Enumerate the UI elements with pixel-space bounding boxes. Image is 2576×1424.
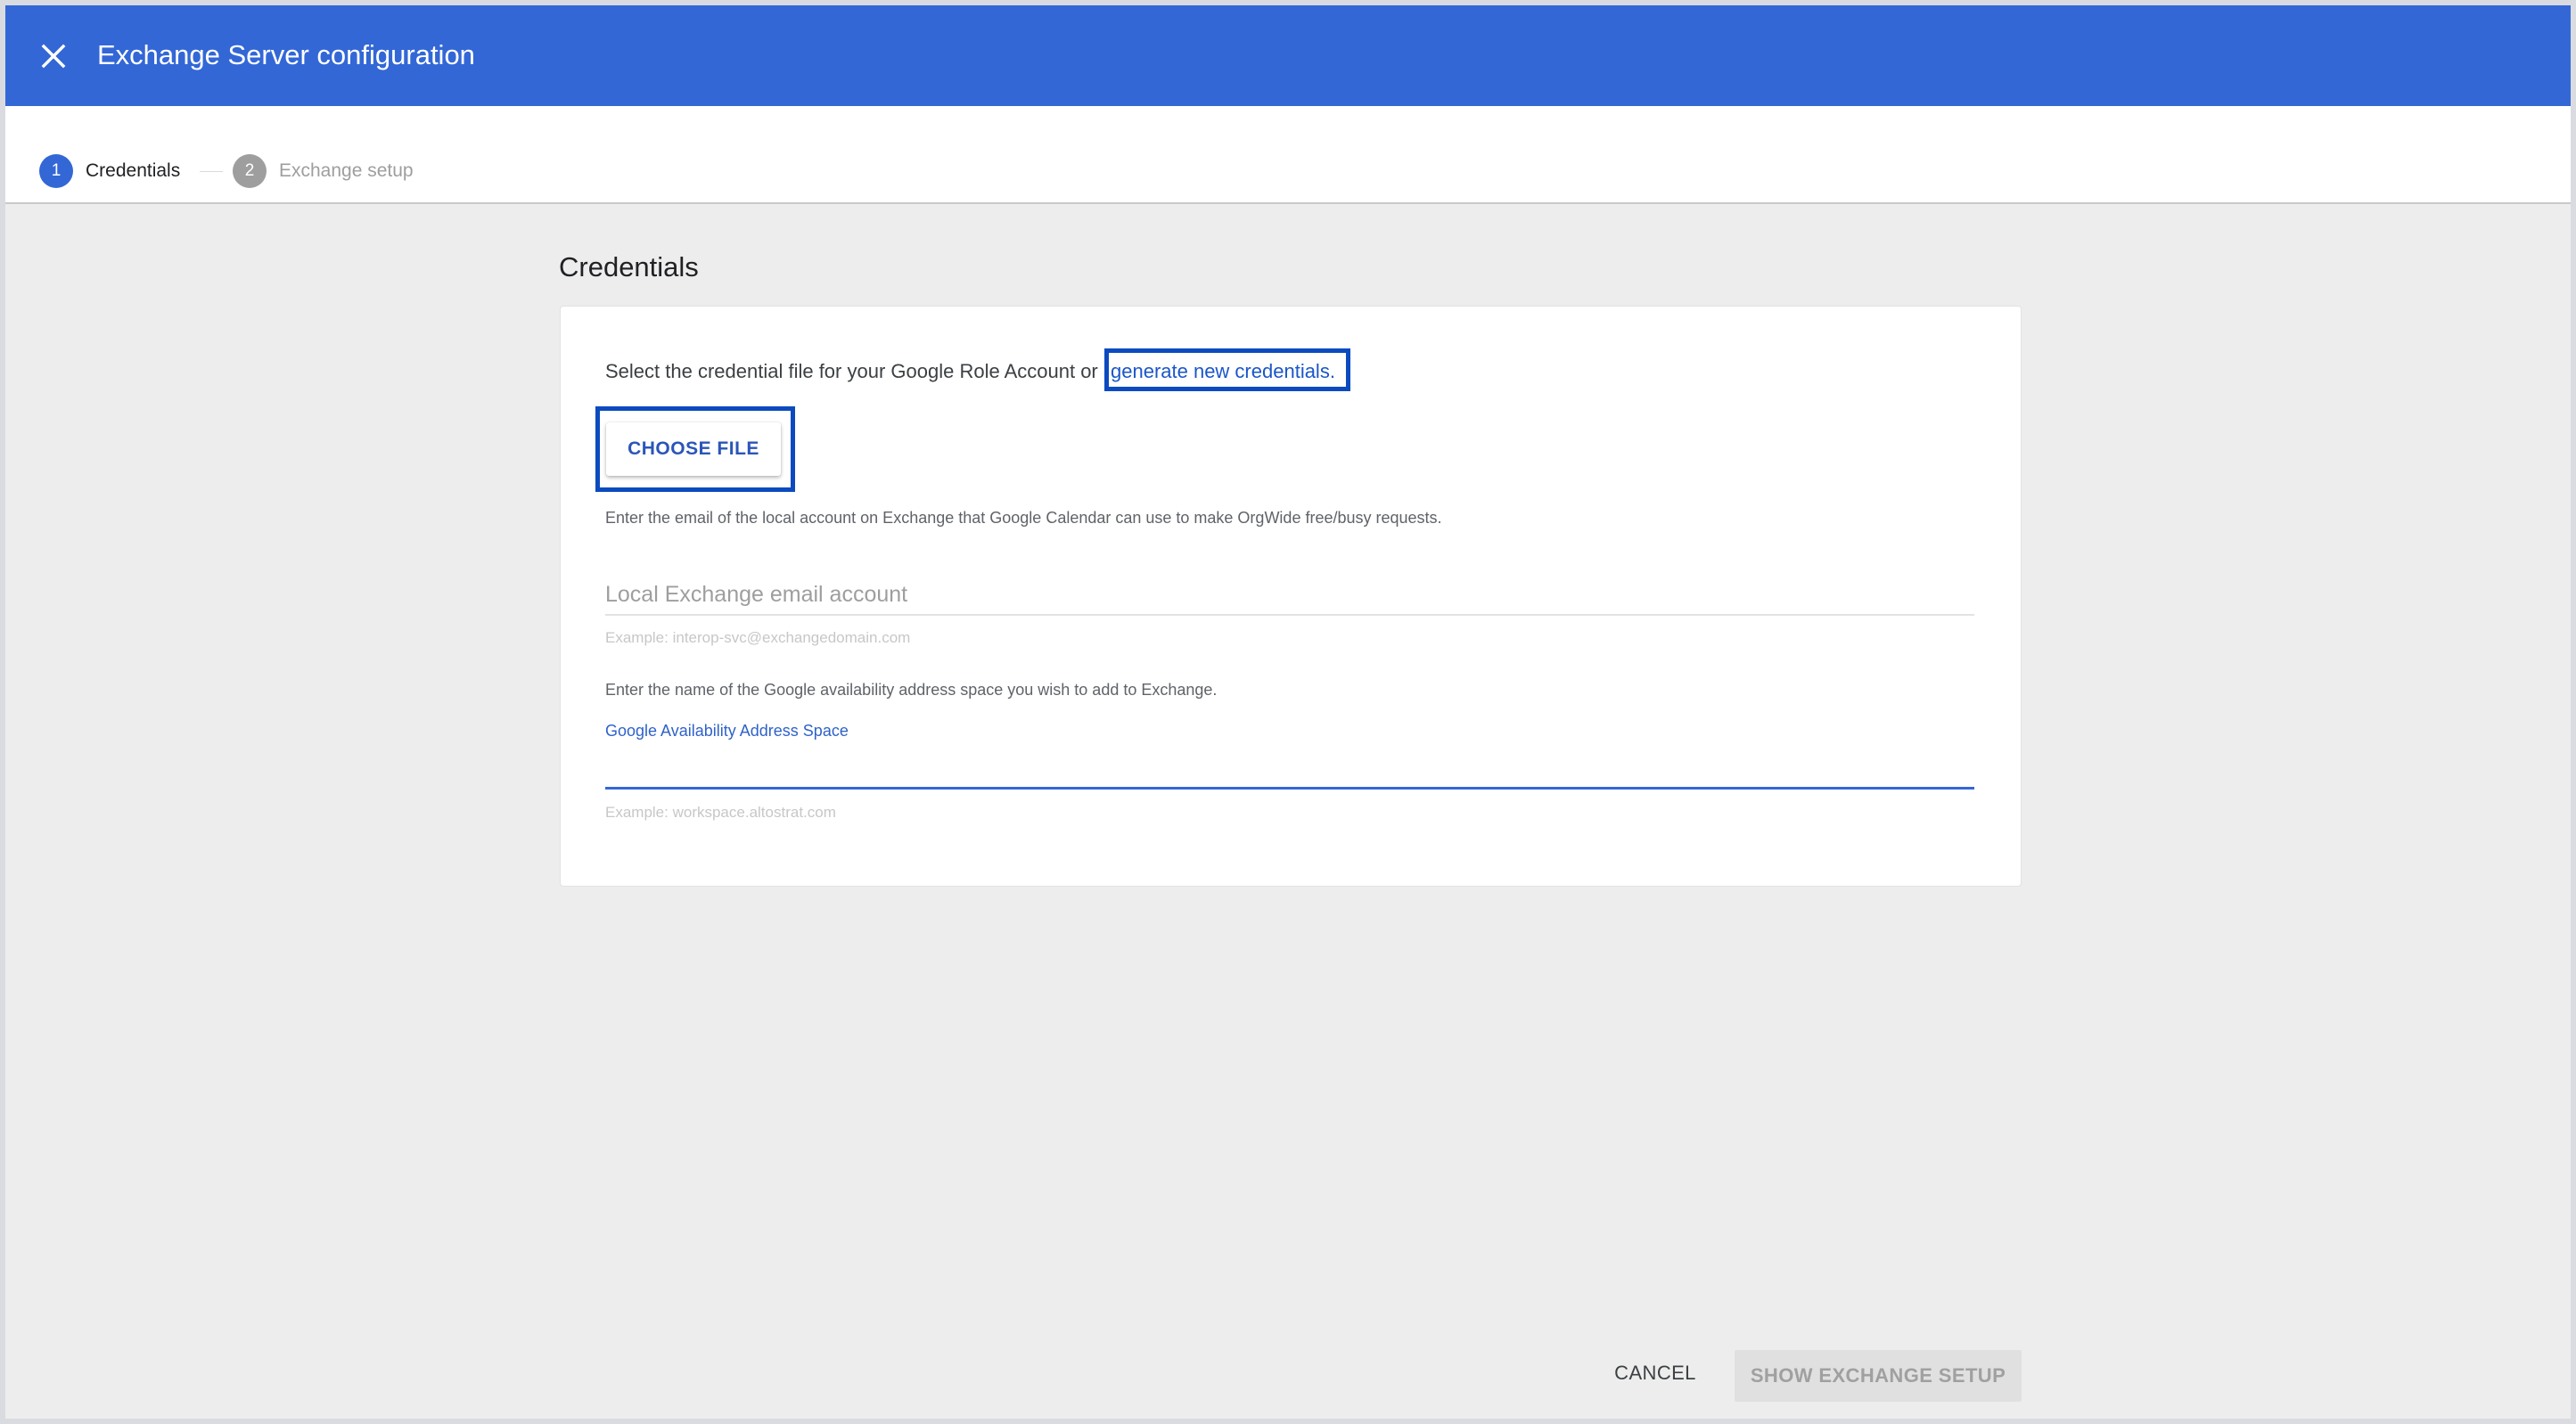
step-divider <box>200 171 223 172</box>
step-number-badge: 1 <box>39 154 73 188</box>
choose-file-button[interactable]: CHOOSE FILE <box>606 422 781 476</box>
address-space-example-hint: Example: workspace.altostrat.com <box>605 804 836 821</box>
step-label: Credentials <box>86 160 181 181</box>
step-exchange-setup[interactable]: 2 Exchange setup <box>233 154 414 188</box>
space-help-text: Enter the name of the Google availabilit… <box>605 681 1218 699</box>
show-exchange-setup-button[interactable]: SHOW EXCHANGE SETUP <box>1735 1350 2022 1402</box>
cancel-button[interactable]: CANCEL <box>1606 1351 1704 1395</box>
page-title: Exchange Server configuration <box>97 39 475 70</box>
close-icon <box>41 44 66 69</box>
section-title: Credentials <box>559 251 699 282</box>
email-field[interactable] <box>605 575 1974 616</box>
address-space-field[interactable] <box>605 749 1974 790</box>
step-label: Exchange setup <box>279 160 414 181</box>
generate-credentials-link[interactable]: generate new credentials. <box>1111 360 1335 383</box>
email-help-text: Enter the email of the local account on … <box>605 509 1442 527</box>
app-frame: Exchange Server configuration 1 Credenti… <box>5 5 2571 1419</box>
close-button[interactable] <box>36 38 71 74</box>
credentials-card: Select the credential file for your Goog… <box>560 306 2022 887</box>
address-space-label: Google Availability Address Space <box>605 722 849 740</box>
email-example-hint: Example: interop-svc@exchangedomain.com <box>605 629 911 646</box>
step-number-badge: 2 <box>233 154 267 188</box>
step-credentials[interactable]: 1 Credentials <box>39 154 180 188</box>
intro-text: Select the credential file for your Goog… <box>605 360 1098 382</box>
stepper: 1 Credentials 2 Exchange setup <box>5 106 2571 204</box>
header-bar: Exchange Server configuration <box>5 5 2571 106</box>
